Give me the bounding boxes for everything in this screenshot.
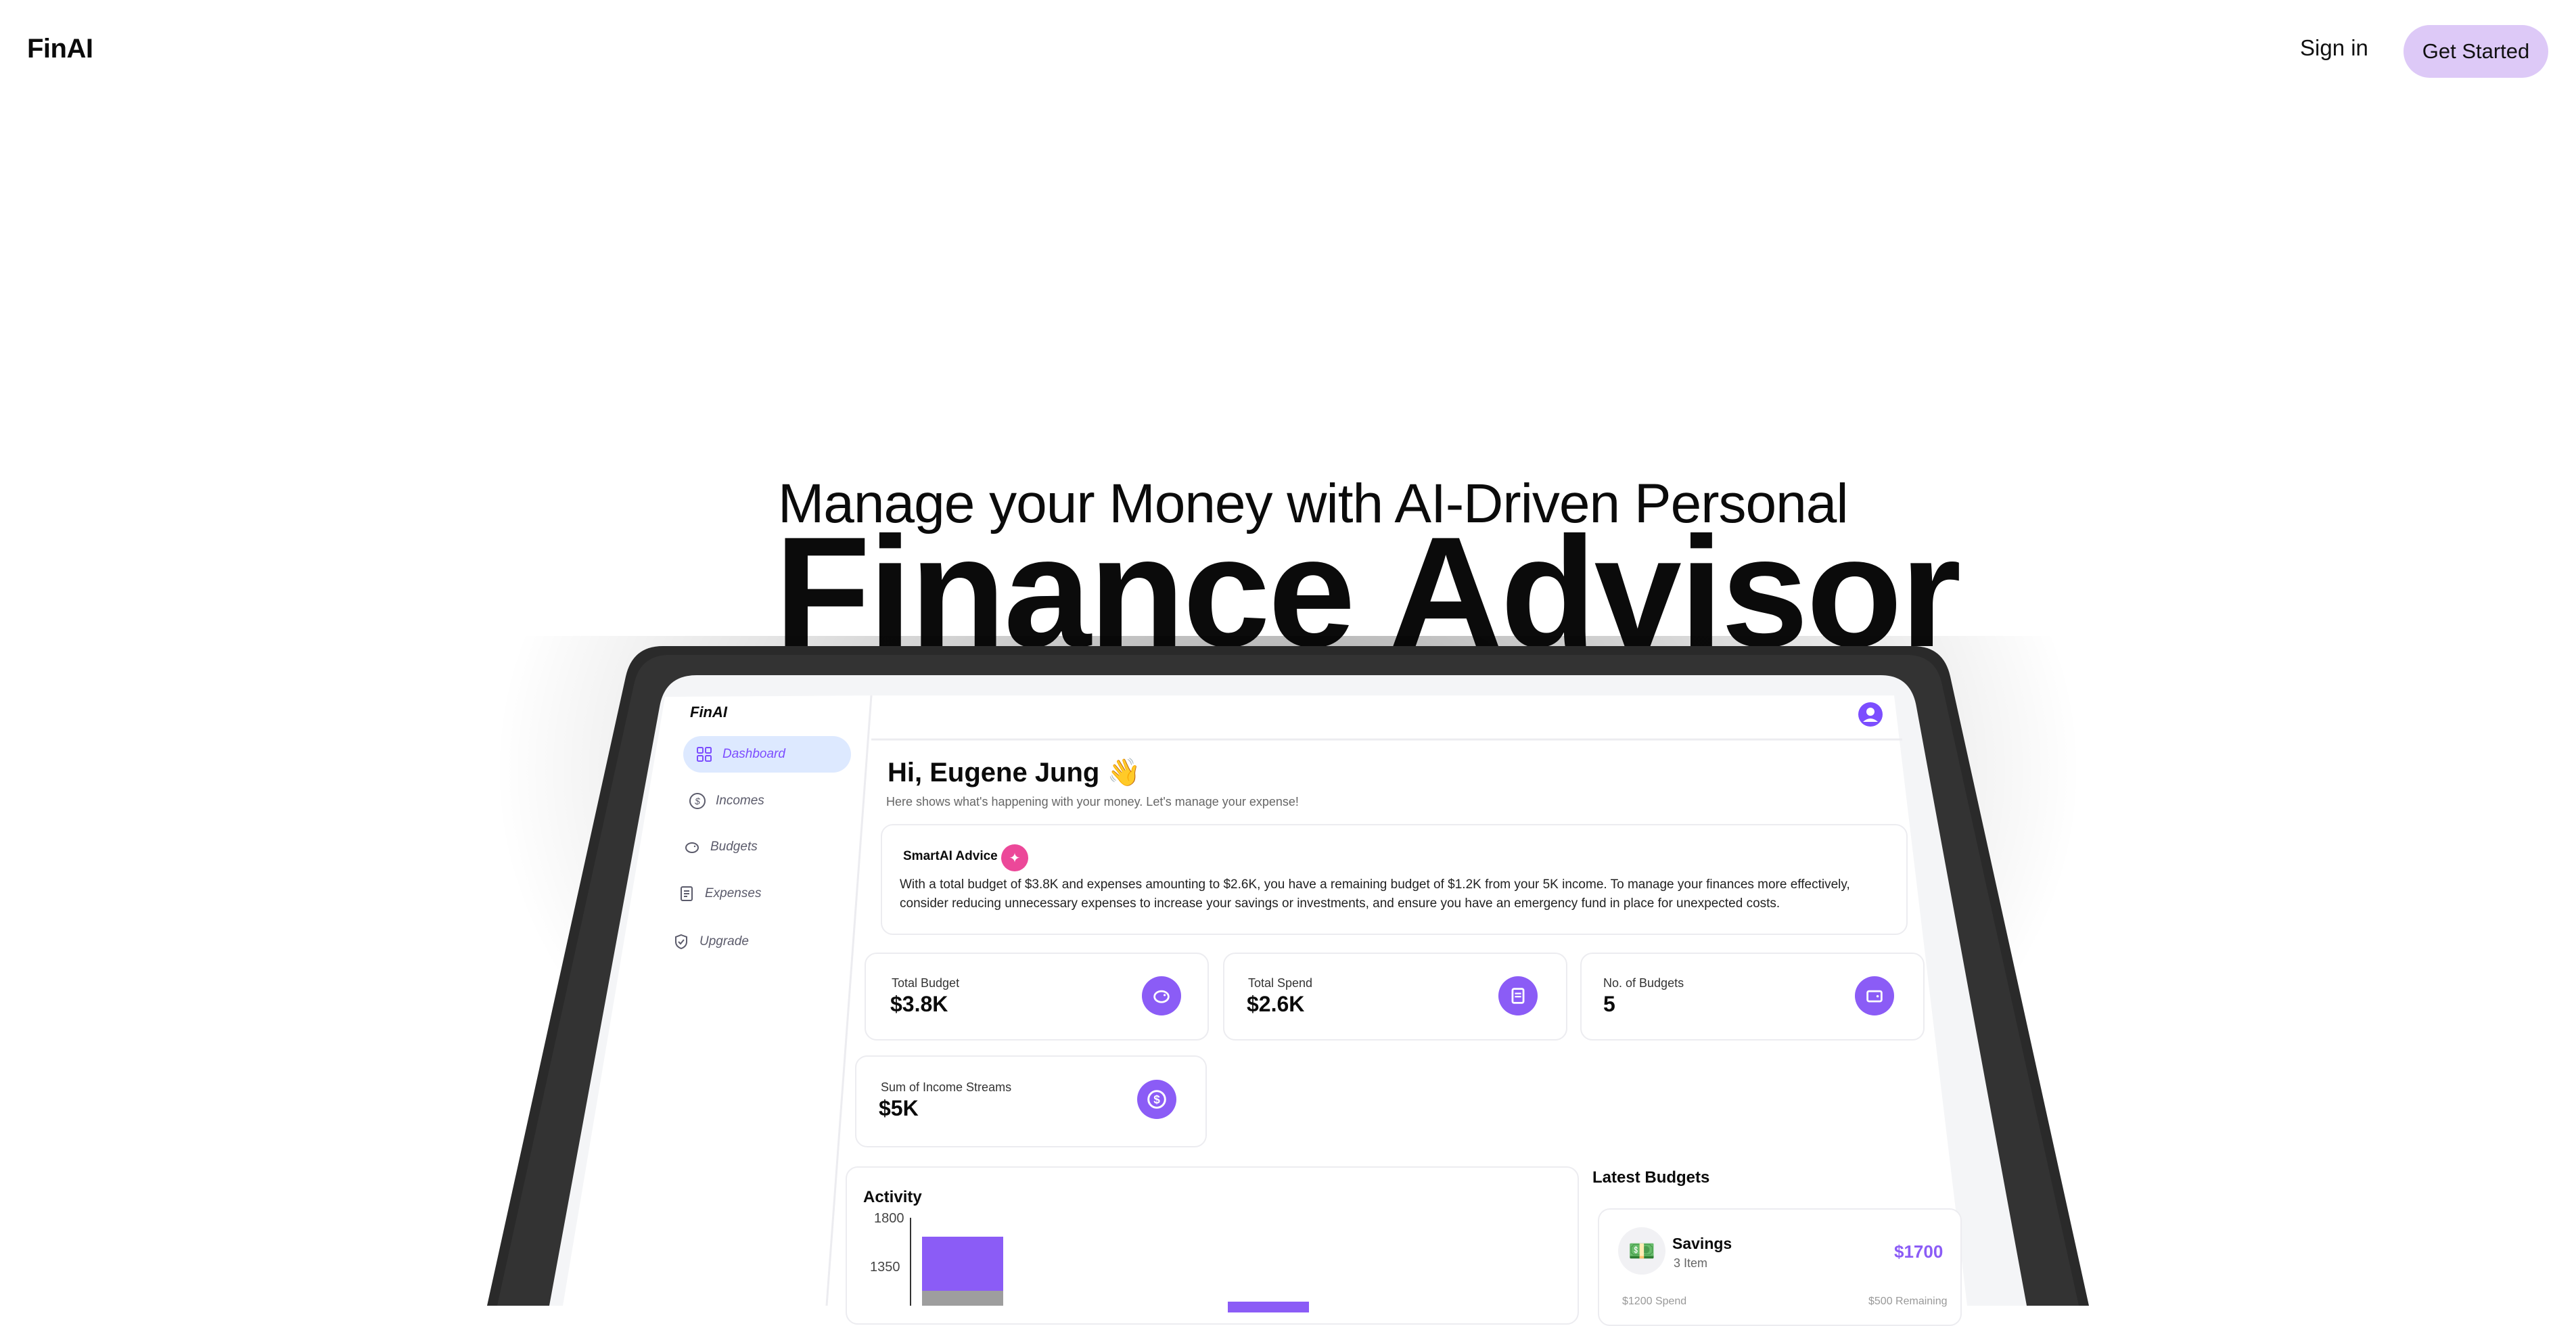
- svg-text:$: $: [694, 796, 700, 806]
- wallet-icon: [1855, 976, 1894, 1015]
- sparkle-icon: ✦: [1001, 844, 1028, 871]
- sidebar-item-budgets[interactable]: Budgets: [683, 829, 758, 865]
- budget-spend: $1200 Spend: [1622, 1296, 1687, 1307]
- activity-bar-upper[interactable]: [922, 1237, 1003, 1291]
- sidebar-item-label: Incomes: [716, 794, 764, 808]
- budget-amount: $1700: [1894, 1241, 1944, 1262]
- user-avatar[interactable]: [1858, 702, 1883, 727]
- y-axis-line: [910, 1218, 911, 1306]
- grid-icon: [695, 746, 713, 763]
- dollar-circle-icon: $: [1137, 1080, 1176, 1119]
- stat-value: $5K: [879, 1096, 919, 1120]
- budget-name: Savings: [1672, 1235, 1732, 1252]
- sidebar-item-expenses[interactable]: Expenses: [678, 875, 761, 912]
- greeting-title: Hi, Eugene Jung 👋: [888, 758, 1141, 787]
- stat-label: No. of Budgets: [1603, 976, 1684, 990]
- user-icon: [1858, 702, 1883, 727]
- sidebar-item-incomes[interactable]: $ Incomes: [689, 783, 764, 819]
- smart-advice-title: SmartAI Advice: [903, 849, 998, 863]
- sidebar-item-label: Budgets: [710, 840, 758, 854]
- smart-advice-text: With a total budget of $3.8K and expense…: [900, 877, 1850, 911]
- stat-label: Sum of Income Streams: [881, 1080, 1012, 1094]
- y-tick-label: 1350: [870, 1260, 900, 1275]
- budget-remaining: $500 Remaining: [1868, 1296, 1948, 1307]
- dollar-circle-icon: $: [689, 792, 706, 810]
- greeting-subtitle: Here shows what's happening with your mo…: [886, 795, 1299, 808]
- stat-label: Total Spend: [1248, 976, 1313, 990]
- piggy-bank-icon: [1142, 976, 1181, 1015]
- receipt-icon: [678, 885, 695, 902]
- sidebar-item-dashboard[interactable]: Dashboard: [683, 736, 851, 773]
- shield-icon: [672, 933, 690, 951]
- activity-bar-upper[interactable]: [1228, 1302, 1309, 1312]
- sidebar-item-label: Upgrade: [699, 934, 749, 948]
- latest-budgets-title: Latest Budgets: [1592, 1168, 1710, 1187]
- stat-value: $3.8K: [890, 992, 948, 1016]
- sidebar-item-label: Expenses: [705, 886, 762, 900]
- receipt-icon: [1498, 976, 1538, 1015]
- stat-value: $2.6K: [1247, 992, 1305, 1016]
- budget-item-count: 3 Item: [1674, 1256, 1708, 1270]
- tablet-frame: [487, 646, 2089, 1306]
- activity-bar-lower[interactable]: [922, 1291, 1003, 1306]
- money-icon: 💵: [1618, 1227, 1665, 1275]
- sidebar-item-upgrade[interactable]: Upgrade: [672, 923, 749, 960]
- y-tick-label: 1800: [874, 1211, 904, 1226]
- piggy-bank-icon: [683, 838, 701, 856]
- sidebar-item-label: Dashboard: [722, 747, 785, 761]
- activity-title: Activity: [863, 1188, 922, 1206]
- svg-text:$: $: [1153, 1093, 1160, 1106]
- stat-label: Total Budget: [892, 976, 960, 990]
- stat-value: 5: [1603, 992, 1615, 1016]
- app-logo[interactable]: FinAI: [690, 704, 727, 721]
